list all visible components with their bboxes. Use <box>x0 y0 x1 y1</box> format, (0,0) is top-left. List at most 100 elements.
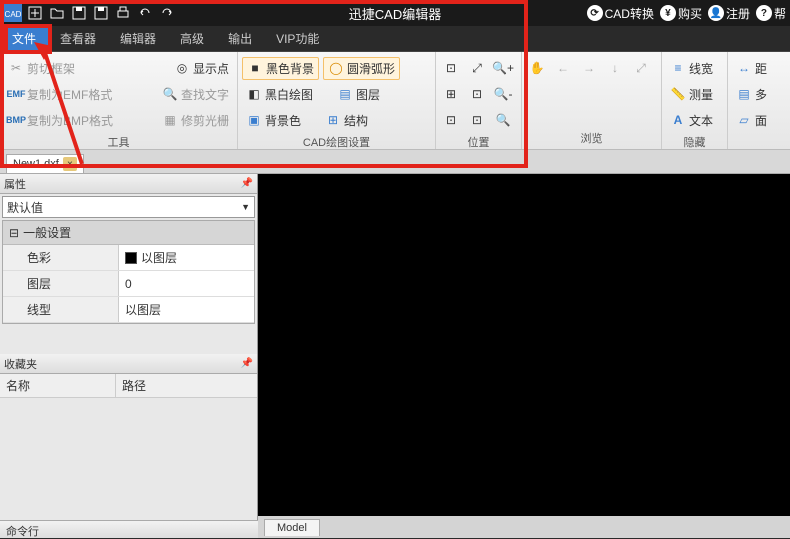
layer-button[interactable]: ▤图层 <box>333 84 384 105</box>
prop-key-linetype: 线型 <box>3 297 119 322</box>
multi-icon: ▤ <box>736 86 752 102</box>
register-button[interactable]: 👤注册 <box>708 5 750 22</box>
menu-vip[interactable]: VIP功能 <box>264 26 331 51</box>
combo-label: 默认值 <box>7 199 43 216</box>
prop-row-layer[interactable]: 图层 0 <box>3 271 254 297</box>
prop-key-layer: 图层 <box>3 271 119 296</box>
collapse-icon: ⊟ <box>9 226 19 240</box>
hand-icon[interactable]: ✋ <box>526 57 548 79</box>
pin-icon[interactable]: 📌 <box>241 178 253 189</box>
menu-advanced[interactable]: 高级 <box>168 26 216 51</box>
print-icon[interactable] <box>112 2 134 24</box>
menu-file[interactable]: 文件 <box>0 26 48 51</box>
menu-bar: 文件 查看器 编辑器 高级 输出 VIP功能 <box>0 26 790 52</box>
expand-icon[interactable]: ⤢ <box>630 57 652 79</box>
bw-icon: ◧ <box>246 86 262 102</box>
nav-left-icon[interactable]: ← <box>552 57 574 79</box>
redo-icon[interactable] <box>156 2 178 24</box>
menu-output[interactable]: 输出 <box>216 26 264 51</box>
model-tab-strip: Model <box>258 516 790 538</box>
multi-button[interactable]: ▤多 <box>732 84 771 105</box>
open-file-icon[interactable] <box>46 2 68 24</box>
user-icon: 👤 <box>708 5 724 21</box>
show-point-button[interactable]: ◎显示点 <box>170 58 233 79</box>
black-bg-button[interactable]: ■黑色背景 <box>242 57 319 80</box>
save-as-icon[interactable] <box>90 2 112 24</box>
favorites-columns: 名称 路径 <box>0 374 257 398</box>
prop-val-layer: 0 <box>119 271 254 296</box>
measure-button[interactable]: 📏测量 <box>666 84 717 105</box>
document-tab-new1[interactable]: New1.dxf × <box>6 154 84 173</box>
ribbon-group-browse: ✋←→↓⤢ 浏览 <box>522 52 662 149</box>
area-button[interactable]: ▱面 <box>732 110 771 131</box>
pos-btn-1[interactable]: ⊡ <box>440 57 462 79</box>
convert-icon: ⟳ <box>587 5 603 21</box>
status-text: 命令行 <box>6 526 39 538</box>
linewidth-button[interactable]: ≡线宽 <box>666 58 717 79</box>
help-icon: ? <box>756 5 772 21</box>
properties-panel-header: 属性 📌 <box>0 174 257 194</box>
properties-panel: 属性 📌 默认值 ▼ ⊟一般设置 色彩 以图层 图层 0 线型 以图层 收藏夹 <box>0 174 258 538</box>
color-swatch-icon <box>125 252 137 264</box>
favorites-title: 收藏夹 <box>4 356 37 372</box>
buy-button[interactable]: ¥购买 <box>660 5 702 22</box>
workspace: 属性 📌 默认值 ▼ ⊟一般设置 色彩 以图层 图层 0 线型 以图层 收藏夹 <box>0 174 790 538</box>
model-tab[interactable]: Model <box>264 519 320 536</box>
prop-val-color: 以图层 <box>119 245 254 270</box>
save-icon[interactable] <box>68 2 90 24</box>
close-tab-icon[interactable]: × <box>63 157 77 171</box>
col-name: 名称 <box>0 374 116 397</box>
pos-btn-3[interactable]: ⊞ <box>440 83 462 105</box>
group-label-position: 位置 <box>440 132 517 153</box>
copy-bmp-button[interactable]: BMP复制为BMP格式 <box>4 110 117 131</box>
prop-group-general[interactable]: ⊟一般设置 <box>3 221 254 245</box>
cad-convert-button[interactable]: ⟳CAD转换 <box>587 5 654 22</box>
canvas-area: Model <box>258 174 790 538</box>
distance-button[interactable]: ↔距 <box>732 58 771 79</box>
title-bar-right: ⟳CAD转换 ¥购买 👤注册 ?帮 <box>587 5 786 22</box>
pos-btn-4[interactable]: ⊡ <box>466 83 488 105</box>
help-button[interactable]: ?帮 <box>756 5 786 22</box>
zoom-fit-icon[interactable]: 🔍 <box>492 109 514 131</box>
drawing-canvas[interactable] <box>258 174 790 516</box>
nav-down-icon[interactable]: ↓ <box>604 57 626 79</box>
pos-btn-2[interactable]: ⤢ <box>466 57 488 79</box>
nav-right-icon[interactable]: → <box>578 57 600 79</box>
undo-icon[interactable] <box>134 2 156 24</box>
trim-raster-button[interactable]: ▦修剪光栅 <box>158 110 233 131</box>
menu-editor[interactable]: 编辑器 <box>108 26 168 51</box>
zoom-in-icon[interactable]: 🔍+ <box>492 57 514 79</box>
prop-row-linetype[interactable]: 线型 以图层 <box>3 297 254 323</box>
app-icon[interactable]: CAD <box>2 2 24 24</box>
pos-btn-5[interactable]: ⊡ <box>440 109 462 131</box>
grid-icon: ▦ <box>162 112 178 128</box>
default-value-combo[interactable]: 默认值 ▼ <box>2 196 255 218</box>
arc-icon: ◯ <box>328 60 344 76</box>
bw-draw-button[interactable]: ◧黑白绘图 <box>242 84 317 105</box>
pin-icon[interactable]: 📌 <box>241 358 253 369</box>
svg-text:CAD: CAD <box>5 10 22 19</box>
quick-access-toolbar: CAD <box>0 2 178 24</box>
text-button[interactable]: A文本 <box>666 110 717 131</box>
text-icon: A <box>670 112 686 128</box>
favorites-panel: 收藏夹 📌 名称 路径 <box>0 354 257 398</box>
group-label-browse: 浏览 <box>526 128 657 149</box>
menu-viewer[interactable]: 查看器 <box>48 26 108 51</box>
search-icon: 🔍 <box>162 86 178 102</box>
new-file-icon[interactable] <box>24 2 46 24</box>
ribbon-group-position: ⊡⤢🔍+ ⊞⊡🔍- ⊡⊡🔍 位置 <box>436 52 522 149</box>
structure-button[interactable]: ⊞结构 <box>321 110 372 131</box>
pos-btn-6[interactable]: ⊡ <box>466 109 488 131</box>
favorites-panel-header: 收藏夹 📌 <box>0 354 257 374</box>
find-text-button[interactable]: 🔍查找文字 <box>158 84 233 105</box>
prop-row-color[interactable]: 色彩 以图层 <box>3 245 254 271</box>
group-label-cad-draw: CAD绘图设置 <box>242 132 431 153</box>
zoom-out-icon[interactable]: 🔍- <box>492 83 514 105</box>
smooth-arc-button[interactable]: ◯圆滑弧形 <box>323 57 400 80</box>
copy-emf-button[interactable]: EMF复制为EMF格式 <box>4 84 116 105</box>
ruler-icon: 📏 <box>670 86 686 102</box>
col-path: 路径 <box>116 374 152 397</box>
clip-frame-button[interactable]: ✂剪切框架 <box>4 58 79 79</box>
app-title: 迅捷CAD编辑器 <box>349 4 441 23</box>
bg-color-button[interactable]: ▣背景色 <box>242 110 305 131</box>
